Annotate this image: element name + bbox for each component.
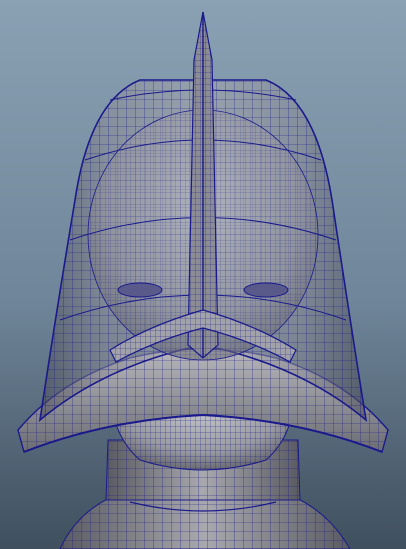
3d-viewport[interactable] bbox=[0, 0, 406, 549]
helmet-head-model[interactable] bbox=[0, 0, 406, 549]
front-ridge-mesh bbox=[187, 11, 219, 359]
